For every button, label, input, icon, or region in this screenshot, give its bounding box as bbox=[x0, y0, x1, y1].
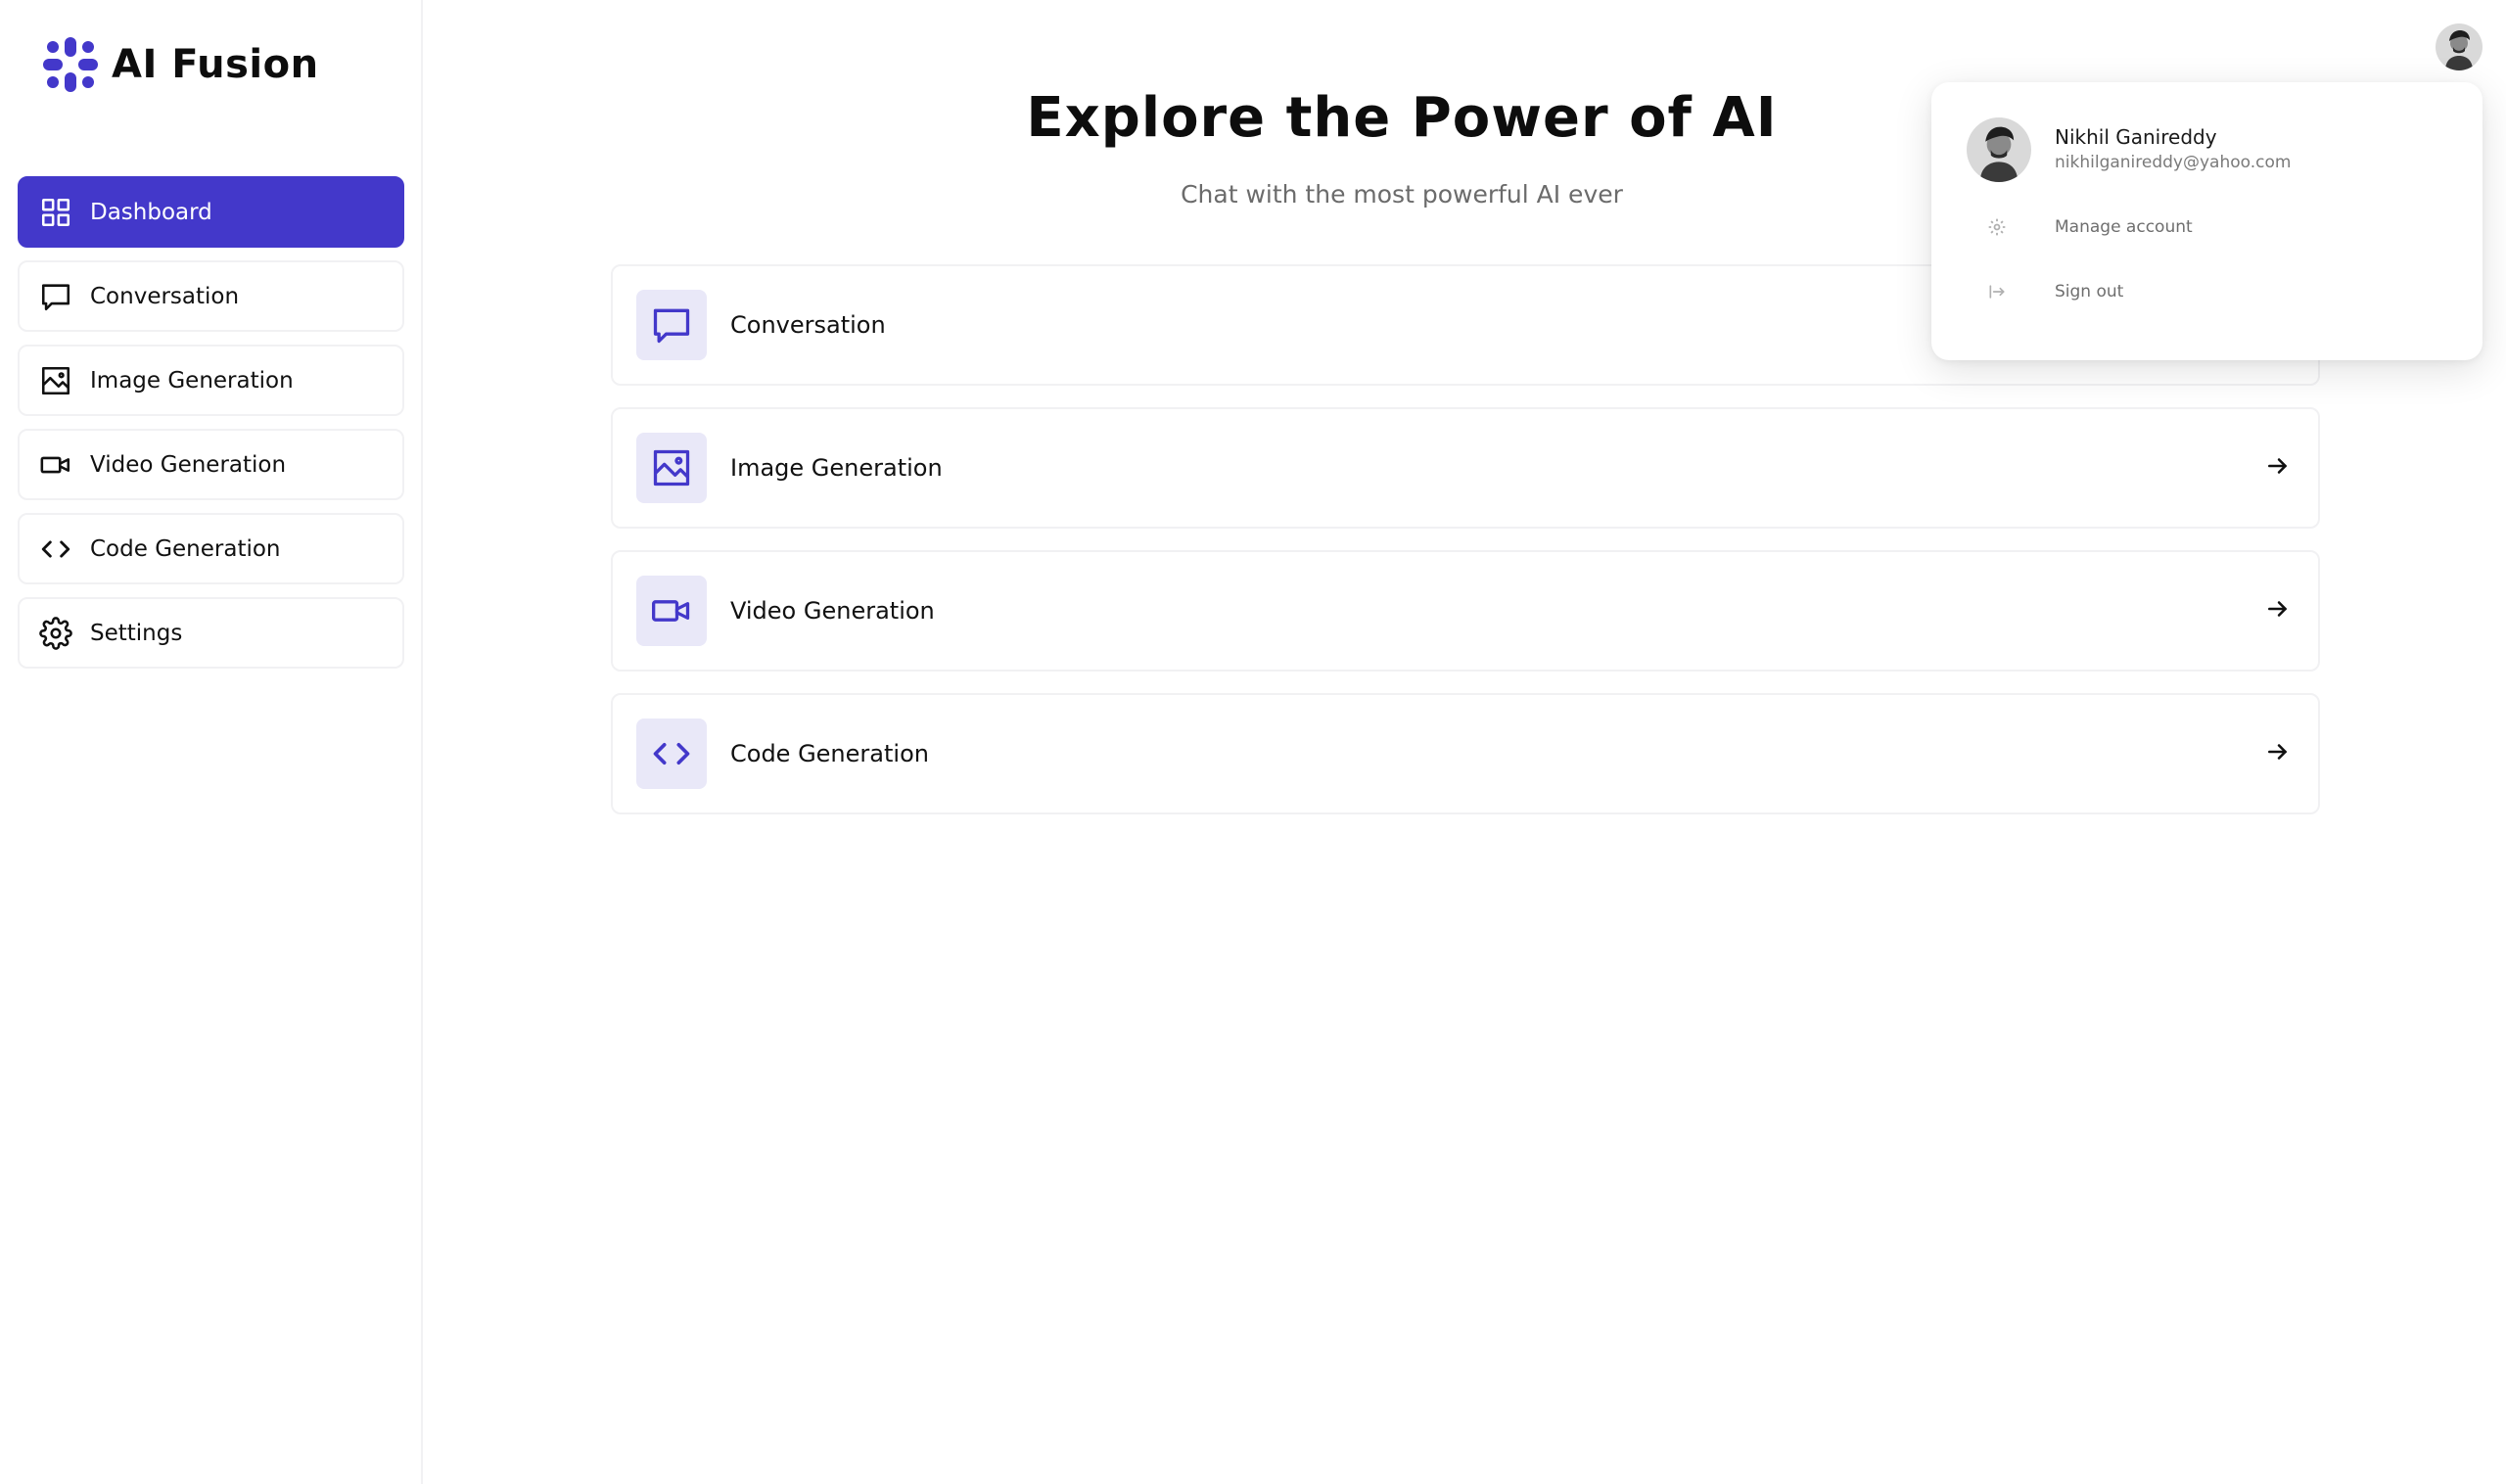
code-brackets-icon bbox=[39, 533, 72, 566]
sidebar-item-label: Image Generation bbox=[90, 367, 294, 394]
sidebar-item-video-generation[interactable]: Video Generation bbox=[18, 429, 404, 500]
sidebar-item-label: Video Generation bbox=[90, 451, 287, 478]
sidebar-item-image-generation[interactable]: Image Generation bbox=[18, 345, 404, 416]
image-icon bbox=[39, 364, 72, 397]
tool-card-video-generation[interactable]: Video Generation bbox=[611, 550, 2320, 672]
sign-out-label: Sign out bbox=[2055, 282, 2124, 301]
sidebar-item-label: Settings bbox=[90, 620, 183, 646]
video-camera-icon bbox=[636, 576, 707, 646]
gear-icon bbox=[1982, 212, 2012, 242]
sign-out-icon bbox=[1982, 277, 2012, 306]
sidebar: AI Fusion Dashboard Conversation Image G… bbox=[0, 0, 423, 1484]
chat-bubble-icon bbox=[636, 290, 707, 360]
sidebar-item-label: Code Generation bbox=[90, 535, 281, 562]
manage-account-label: Manage account bbox=[2055, 217, 2193, 237]
arrow-right-icon bbox=[2265, 453, 2291, 483]
sidebar-item-label: Dashboard bbox=[90, 199, 212, 225]
dashboard-grid-icon bbox=[39, 196, 72, 229]
avatar bbox=[2436, 23, 2483, 70]
user-name: Nikhil Ganireddy bbox=[2055, 125, 2217, 149]
video-camera-icon bbox=[39, 448, 72, 482]
app-logo[interactable]: AI Fusion bbox=[39, 33, 319, 96]
avatar bbox=[1967, 117, 2031, 182]
sidebar-nav: Dashboard Conversation Image Generation bbox=[18, 176, 404, 681]
image-icon bbox=[636, 433, 707, 503]
user-avatar-button[interactable] bbox=[2436, 23, 2483, 70]
user-menu-popover: Nikhil Ganireddy nikhilganireddy@yahoo.c… bbox=[1931, 82, 2483, 360]
tool-card-image-generation[interactable]: Image Generation bbox=[611, 407, 2320, 529]
gear-icon bbox=[39, 616, 72, 650]
arrow-right-icon bbox=[2265, 739, 2291, 768]
app-name: AI Fusion bbox=[112, 42, 319, 87]
tool-card-label: Image Generation bbox=[730, 454, 943, 482]
sidebar-item-conversation[interactable]: Conversation bbox=[18, 260, 404, 332]
tool-card-label: Video Generation bbox=[730, 597, 935, 625]
sign-out-button[interactable]: Sign out bbox=[1967, 272, 2123, 311]
code-brackets-icon bbox=[636, 719, 707, 789]
user-email: nikhilganireddy@yahoo.com bbox=[2055, 153, 2292, 172]
chat-bubble-icon bbox=[39, 280, 72, 313]
sidebar-item-settings[interactable]: Settings bbox=[18, 597, 404, 669]
sidebar-item-dashboard[interactable]: Dashboard bbox=[18, 176, 404, 248]
tool-card-label: Code Generation bbox=[730, 740, 929, 767]
arrow-right-icon bbox=[2265, 596, 2291, 626]
manage-account-button[interactable]: Manage account bbox=[1967, 208, 2193, 247]
tool-card-code-generation[interactable]: Code Generation bbox=[611, 693, 2320, 814]
sidebar-item-label: Conversation bbox=[90, 283, 240, 309]
logo-icon bbox=[43, 37, 98, 92]
sidebar-item-code-generation[interactable]: Code Generation bbox=[18, 513, 404, 584]
